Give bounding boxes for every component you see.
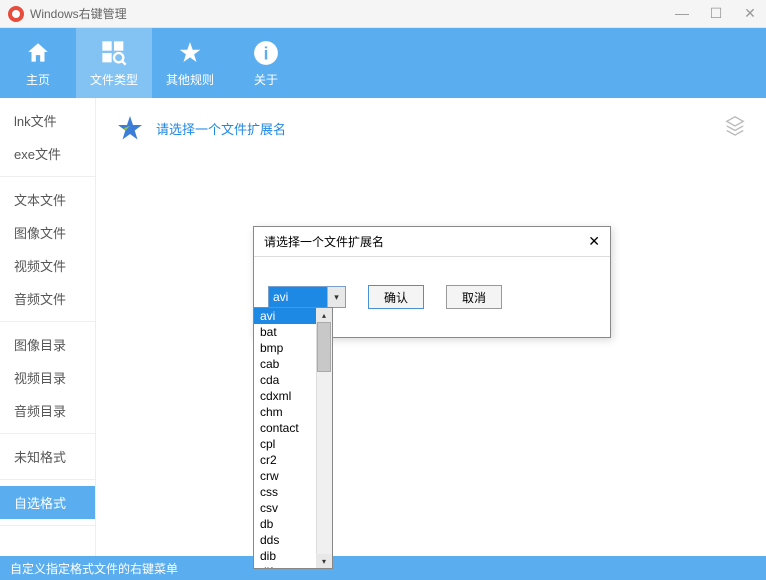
status-text: 自定义指定格式文件的右键菜单 xyxy=(10,560,178,577)
sidebar-item[interactable]: 文本文件 xyxy=(0,183,95,216)
titlebar: Windows右键管理 — ☐ ✕ xyxy=(0,0,766,28)
sidebar-item[interactable]: 图像文件 xyxy=(0,216,95,249)
sidebar-item[interactable]: 图像目录 xyxy=(0,328,95,361)
sidebar-item[interactable]: 音频目录 xyxy=(0,394,95,427)
maximize-button[interactable]: ☐ xyxy=(708,5,724,22)
dialog-title: 请选择一个文件扩展名 xyxy=(264,233,588,250)
dialog-close-button[interactable]: ✕ xyxy=(588,233,600,250)
home-icon xyxy=(24,39,52,67)
tab-filetype[interactable]: 文件类型 xyxy=(76,28,152,98)
ok-button[interactable]: 确认 xyxy=(368,285,424,309)
extension-dropdown: avibatbmpcabcdacdxmlchmcontactcplcr2crwc… xyxy=(253,307,333,569)
cancel-button[interactable]: 取消 xyxy=(446,285,502,309)
prompt-star-icon xyxy=(114,112,146,144)
sidebar-item[interactable]: 视频文件 xyxy=(0,249,95,282)
layers-icon[interactable] xyxy=(724,114,746,141)
tab-other[interactable]: 其他规则 xyxy=(152,28,228,98)
tab-home[interactable]: 主页 xyxy=(0,28,76,98)
star-icon xyxy=(176,39,204,67)
extension-combobox[interactable]: avi ▾ xyxy=(268,286,346,308)
sidebar-item[interactable]: lnk文件 xyxy=(0,104,95,137)
sidebar-item[interactable]: 自选格式 xyxy=(0,486,95,519)
app-icon xyxy=(8,6,24,22)
sidebar-item[interactable]: 视频目录 xyxy=(0,361,95,394)
info-icon: i xyxy=(252,39,280,67)
tab-about[interactable]: i 关于 xyxy=(228,28,304,98)
toolbar: 主页 文件类型 其他规则 i 关于 xyxy=(0,28,766,98)
scroll-thumb[interactable] xyxy=(317,322,331,372)
statusbar: 自定义指定格式文件的右键菜单 xyxy=(0,556,766,580)
sidebar: lnk文件exe文件文本文件图像文件视频文件音频文件图像目录视频目录音频目录未知… xyxy=(0,98,96,556)
grid-search-icon xyxy=(100,39,128,67)
prompt-text: 请选择一个文件扩展名 xyxy=(156,119,286,138)
minimize-button[interactable]: — xyxy=(674,5,690,22)
scroll-down-icon[interactable]: ▾ xyxy=(316,554,332,568)
sidebar-item[interactable]: 未知格式 xyxy=(0,440,95,473)
scroll-up-icon[interactable]: ▴ xyxy=(316,308,332,322)
combobox-value: avi xyxy=(269,287,327,307)
svg-text:i: i xyxy=(264,43,269,63)
chevron-down-icon[interactable]: ▾ xyxy=(327,287,345,307)
window-title: Windows右键管理 xyxy=(30,5,674,22)
sidebar-item[interactable]: 音频文件 xyxy=(0,282,95,315)
dropdown-scrollbar[interactable]: ▴ ▾ xyxy=(316,308,332,568)
close-button[interactable]: ✕ xyxy=(742,5,758,22)
sidebar-item[interactable]: exe文件 xyxy=(0,137,95,170)
